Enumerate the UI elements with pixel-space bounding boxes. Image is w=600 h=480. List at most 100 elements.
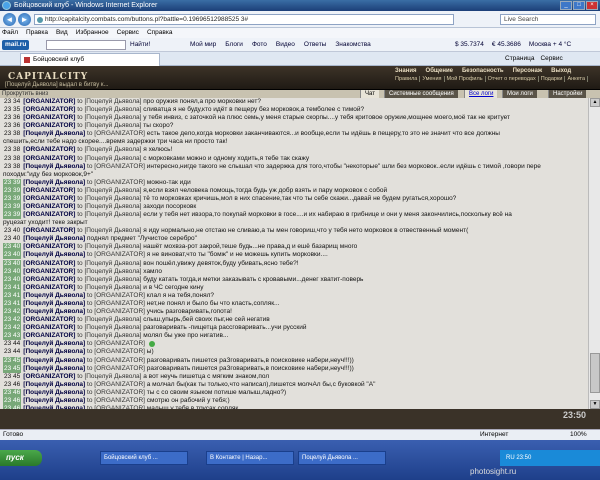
scroll-up-icon[interactable]: ▲ [590,98,600,107]
chat-sender[interactable]: [Поцелуй Дьявола] [23,397,85,404]
chat-recipient[interactable]: to [Поцелуй Дьявола] [77,268,141,275]
chat-sender[interactable]: [Поцелуй Дьявола] [23,381,85,388]
chat-sender[interactable]: [ORGANIZATOR] [23,316,75,323]
chat-recipient[interactable]: to [ORGANIZATOR] [87,357,145,364]
mail-link[interactable]: Знакомства [335,38,370,51]
chat-sender[interactable]: [ORGANIZATOR] [23,106,75,113]
close-icon[interactable]: × [586,1,598,10]
zoom-level[interactable]: 100% [570,430,587,440]
chat-sender[interactable]: [Поцелуй Дьявола] [23,308,85,315]
chat-recipient[interactable]: to [ORGANIZATOR] [87,251,145,258]
chat-sender[interactable]: [Поцелуй Дьявола] [23,179,85,186]
menu-item[interactable]: Избранное [76,28,109,38]
chat-sender[interactable]: [ORGANIZATOR] [23,203,75,210]
scroll-thumb[interactable] [590,353,600,393]
game-subnav-item[interactable]: Анкета [567,76,589,82]
chat-recipient[interactable]: to [ORGANIZATOR] [87,130,145,137]
chat-recipient[interactable]: to [ORGANIZATOR] [87,348,145,355]
menu-item[interactable]: Файл [2,28,18,38]
tab-tool[interactable]: Страница [505,53,534,65]
chat-sender[interactable]: [Поцелуй Дьявола] [23,340,85,347]
mail-link[interactable]: Видео [276,38,295,51]
chat-sender[interactable]: [ORGANIZATOR] [23,98,75,105]
chat-sender[interactable]: [ORGANIZATOR] [23,284,75,291]
chat-sender[interactable]: [ORGANIZATOR] [23,146,75,153]
back-icon[interactable]: ◄ [3,13,16,26]
chat-recipient[interactable]: to [Поцелуй Дьявола] [77,195,141,202]
mail-link[interactable]: Фото [252,38,267,51]
tab-tool[interactable]: Сервис [540,53,562,65]
game-nav-item[interactable]: Общение [426,68,453,74]
chat-sender[interactable]: [ORGANIZATOR] [23,373,75,380]
chat-sender[interactable]: [ORGANIZATOR] [23,211,75,218]
chat-recipient[interactable]: to [Поцелуй Дьявола] [77,203,141,210]
chat-recipient[interactable]: to [Поцелуй Дьявола] [77,106,141,113]
mail-find-button[interactable]: Найти! [130,38,150,51]
chat-sender[interactable]: [ORGANIZATOR] [23,260,75,267]
chat-recipient[interactable]: to [Поцелуй Дьявола] [77,211,141,218]
chat-recipient[interactable]: to [ORGANIZATOR] [87,300,145,307]
chat-sender[interactable]: [ORGANIZATOR] [23,268,75,275]
game-nav-item[interactable]: Выход [551,68,571,74]
chat-recipient[interactable]: to [Поцелуй Дьявола] [77,98,141,105]
scroll-down-icon[interactable]: ▼ [590,400,600,409]
mail-link[interactable]: Блоги [225,38,243,51]
chat-tab-my-logs[interactable]: Мои логи [502,90,537,98]
chat-recipient[interactable]: to [Поцелуй Дьявола] [77,332,141,339]
game-subnav-item[interactable]: Правила [395,76,421,82]
tab-fight-club[interactable]: Бойцовский клуб [20,53,160,66]
chat-recipient[interactable]: to [Поцелуй Дьявола] [77,324,141,331]
chat-recipient[interactable]: to [ORGANIZATOR] [87,397,145,404]
chat-sender[interactable]: [ORGANIZATOR] [23,187,75,194]
game-subnav-item[interactable]: Умения [422,76,445,82]
chat-recipient[interactable]: to [Поцелуй Дьявола] [77,114,141,121]
chat-sender[interactable]: [Поцелуй Дьявола] [23,389,85,396]
chat-recipient[interactable]: to [Поцелуй Дьявола] [77,284,141,291]
game-subnav-item[interactable]: Мой Профиль [447,76,486,82]
chat-recipient[interactable]: to [Поцелуй Дьявола] [77,316,141,323]
chat-recipient[interactable]: to [Поцелуй Дьявола] [77,187,141,194]
mail-link[interactable]: Мой мир [190,38,216,51]
chat-recipient[interactable]: to [Поцелуй Дьявола] [77,276,141,283]
chat-sender[interactable]: [ORGANIZATOR] [23,227,75,234]
chat-tab-system[interactable]: Системные сообщения [384,90,458,98]
chat-recipient[interactable]: to [ORGANIZATOR] [87,179,145,186]
menu-item[interactable]: Вид [56,28,68,38]
chat-recipient[interactable]: to [Поцелуй Дьявола] [77,373,141,380]
chat-sender[interactable]: [ORGANIZATOR] [23,276,75,283]
chat-sender[interactable]: [ORGANIZATOR] [23,332,75,339]
address-bar[interactable]: http://capitalcity.combats.com/buttons.p… [34,14,454,25]
taskbar-button-vkontakte[interactable]: В Контакте | Назар... [206,451,294,465]
chat-sender[interactable]: [Поцелуй Дьявола] [23,292,85,299]
start-button[interactable]: пуск [0,450,42,466]
mail-search-input[interactable] [46,40,126,50]
game-subnav-item[interactable]: Отчет о переводах [488,76,539,82]
chat-recipient[interactable]: to [ORGANIZATOR] [87,163,145,170]
chat-sender[interactable]: [ORGANIZATOR] [23,195,75,202]
chat-recipient[interactable]: to [Поцелуй Дьявола] [77,122,141,129]
taskbar-button-fight-club[interactable]: Бойцовский клуб ... [100,451,188,465]
chat-sender[interactable]: [Поцелуй Дьявола] [23,235,85,242]
forward-icon[interactable]: ► [18,13,31,26]
chat-sender[interactable]: [Поцелуй Дьявола] [23,365,85,372]
chat-sender[interactable]: [ORGANIZATOR] [23,324,75,331]
chat-sender[interactable]: [ORGANIZATOR] [23,122,75,129]
chat-sender[interactable]: [Поцелуй Дьявола] [23,348,85,355]
chat-sender[interactable]: [ORGANIZATOR] [23,155,75,162]
chat-recipient[interactable]: to [Поцелуй Дьявола] [77,243,141,250]
game-nav-item[interactable]: Персонаж [513,68,543,74]
chat-sender[interactable]: [ORGANIZATOR] [23,114,75,121]
chat-recipient[interactable]: to [ORGANIZATOR] [87,292,145,299]
chat-recipient[interactable]: to [ORGANIZATOR] [87,340,145,347]
chat-sender[interactable]: [Поцелуй Дьявола] [23,300,85,307]
maximize-icon[interactable]: □ [573,1,585,10]
chat-recipient[interactable]: to [ORGANIZATOR] [87,389,145,396]
chat-recipient[interactable]: to [Поцелуй Дьявола] [77,146,141,153]
chat-recipient[interactable]: to [ORGANIZATOR] [87,381,145,388]
chat-tab-settings[interactable]: Настройки [548,90,587,98]
chat-recipient[interactable]: to [Поцелуй Дьявола] [77,260,141,267]
menu-item[interactable]: Сервис [117,28,139,38]
game-nav-item[interactable]: Знания [395,68,417,74]
live-search-input[interactable]: Live Search [500,14,596,25]
chat-sender[interactable]: [ORGANIZATOR] [23,243,75,250]
